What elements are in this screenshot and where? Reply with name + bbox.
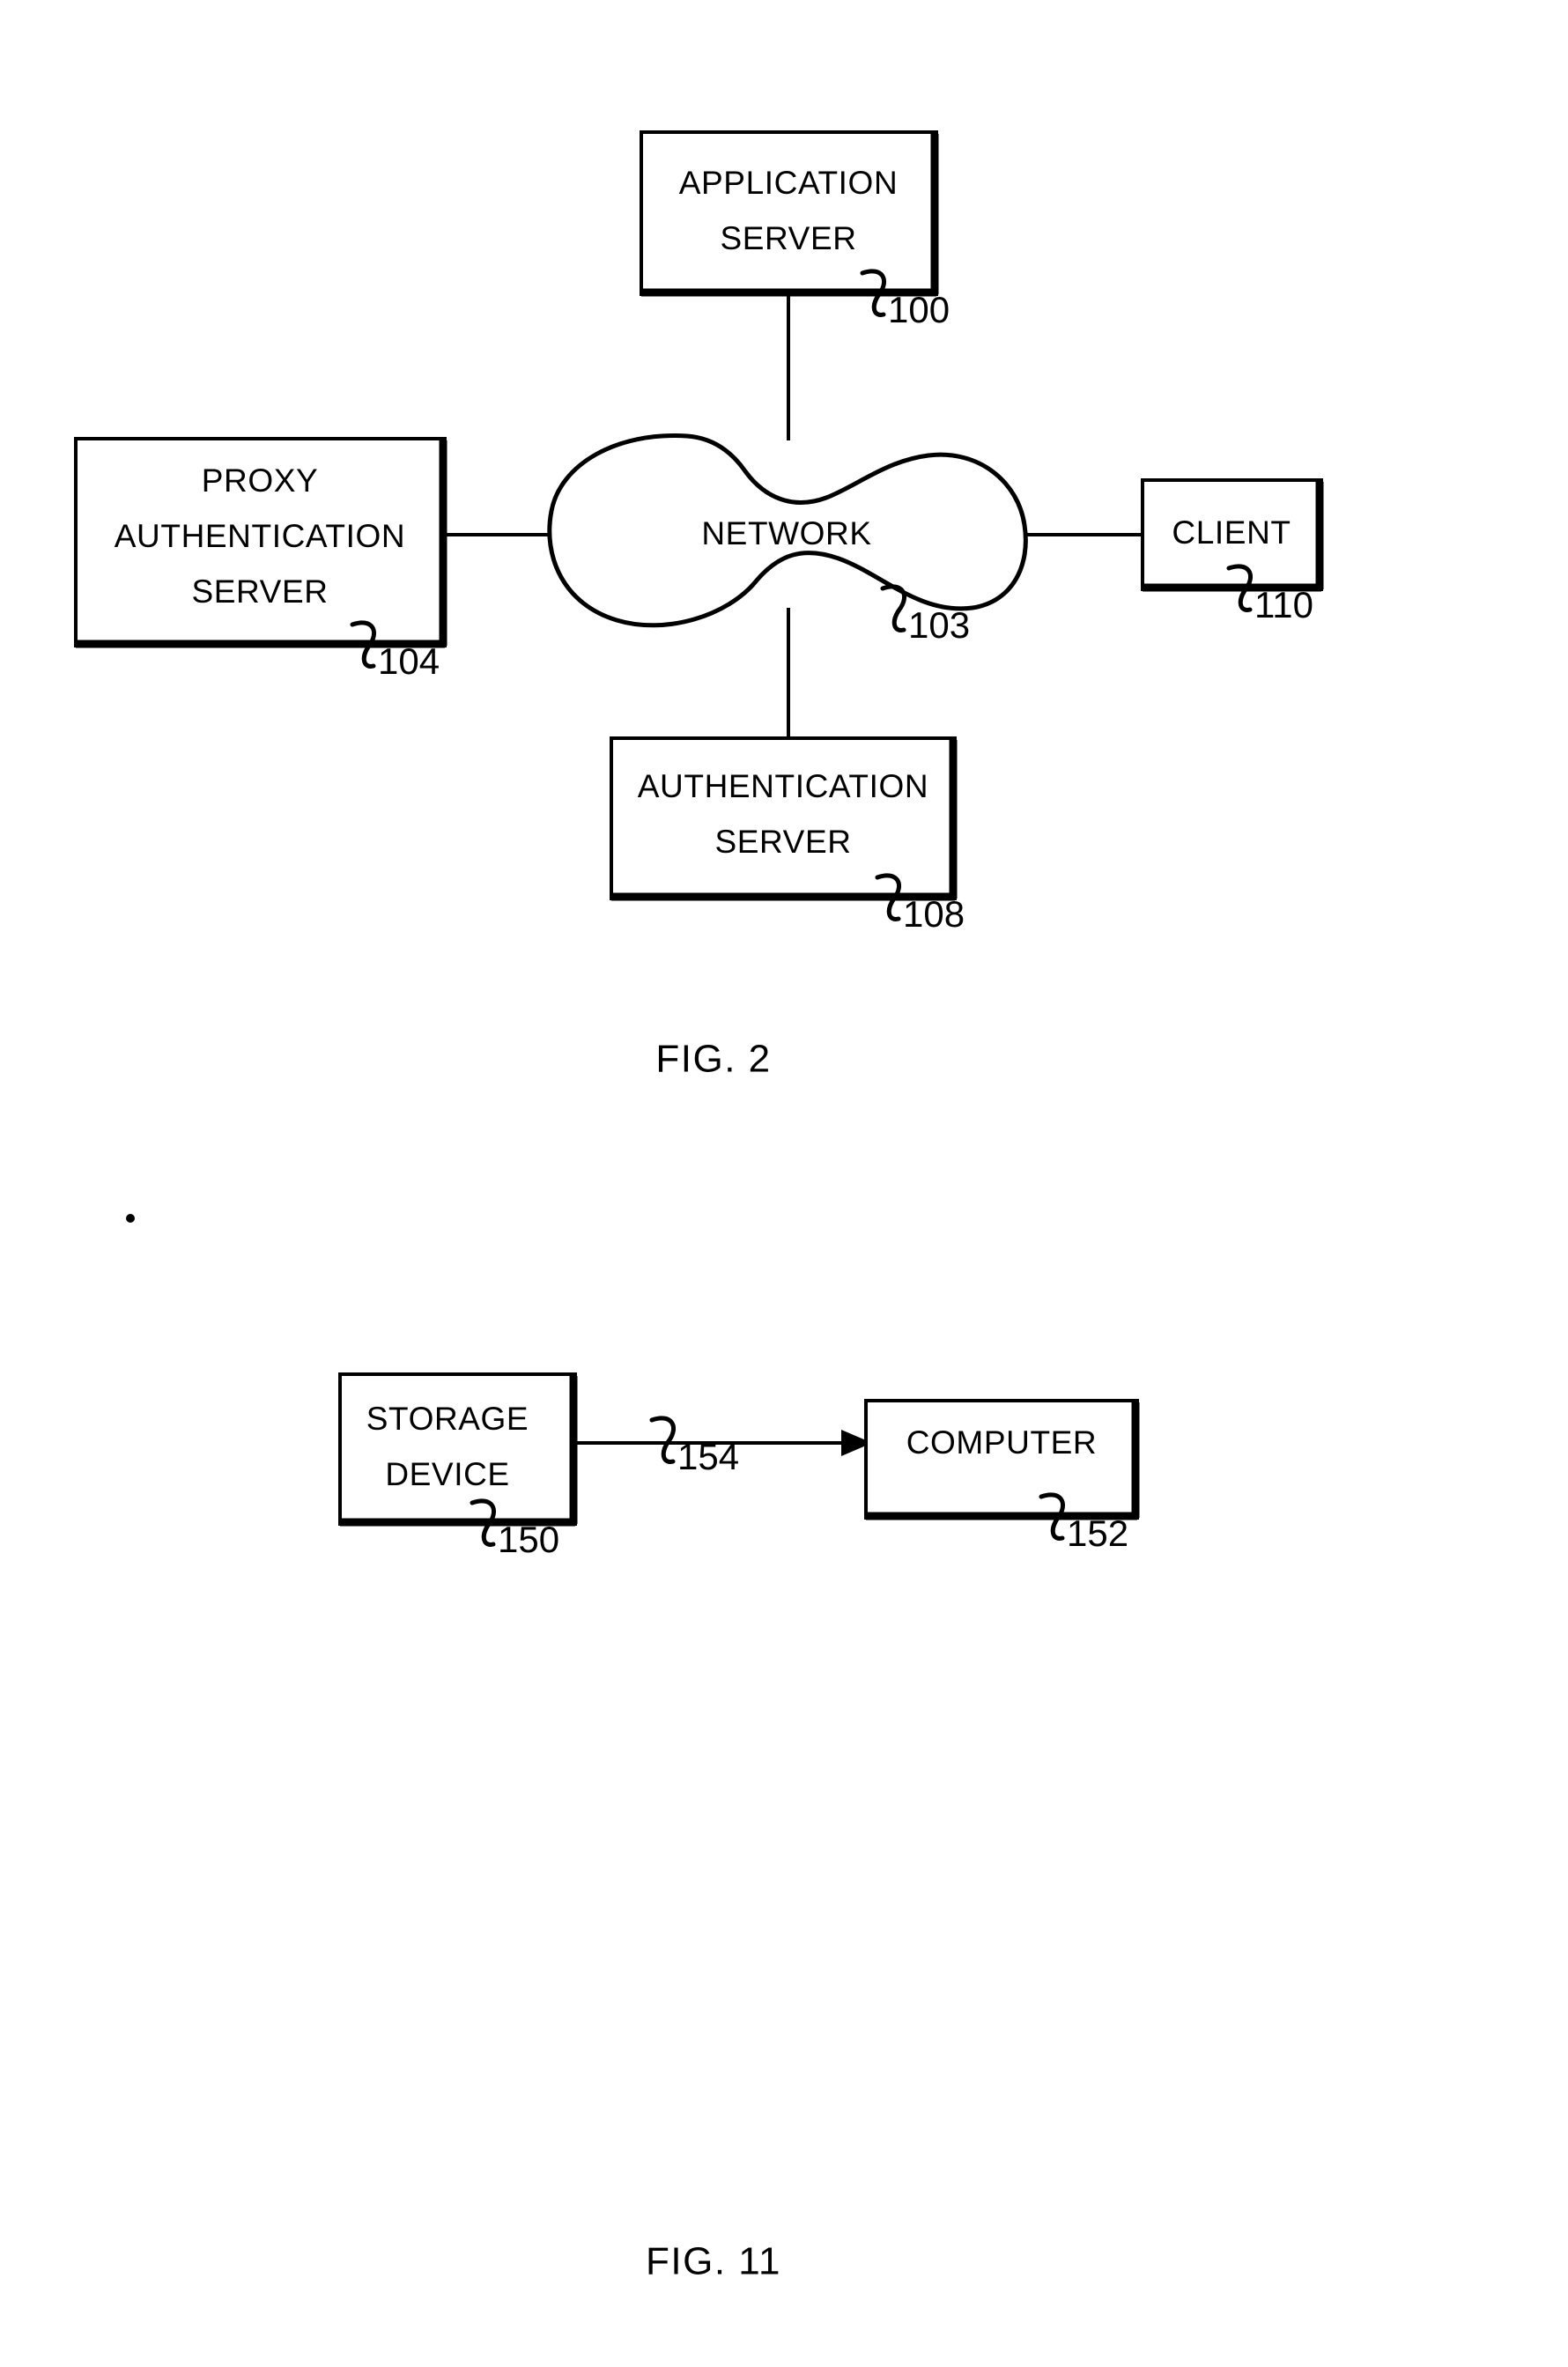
computer-ref-number: 152 (1067, 1513, 1128, 1554)
storage-to-computer-ref-number: 154 (677, 1436, 739, 1477)
authentication-server-box (610, 736, 957, 900)
figure-2-caption: FIG. 2 (655, 1038, 771, 1081)
storage-device-ref-number: 150 (498, 1519, 559, 1560)
storage-device-label-line2: DEVICE (385, 1456, 509, 1492)
application-server-box (640, 130, 938, 296)
figures-canvas: APPLICATION SERVER 100 PROXY AUTHENTICAT… (74, 130, 1324, 2283)
proxy-authentication-server-label-line1: PROXY (202, 462, 319, 499)
node-computer: COMPUTER 152 (864, 1399, 1140, 1554)
client-ref-number: 110 (1254, 584, 1313, 625)
node-application-server: APPLICATION SERVER 100 (640, 130, 950, 330)
figure-2-group: APPLICATION SERVER 100 PROXY AUTHENTICAT… (74, 130, 1324, 1081)
authentication-server-label-line1: AUTHENTICATION (638, 768, 928, 804)
proxy-authentication-server-label-line2: AUTHENTICATION (115, 518, 405, 554)
network-cloud-ref-number: 103 (908, 604, 970, 646)
node-proxy-authentication-server: PROXY AUTHENTICATION SERVER 104 (74, 437, 447, 682)
client-label: CLIENT (1172, 514, 1291, 551)
storage-to-computer-ref-leader (649, 1416, 676, 1464)
node-authentication-server: AUTHENTICATION SERVER 108 (610, 736, 965, 935)
application-server-label-line1: APPLICATION (679, 165, 899, 201)
proxy-authentication-server-ref-number: 104 (378, 640, 440, 682)
node-client: CLIENT 110 (1141, 478, 1324, 625)
storage-device-label-line1: STORAGE (366, 1401, 529, 1437)
application-server-ref-number: 100 (888, 289, 950, 330)
scan-speck (126, 1214, 135, 1223)
figure-11-group: 154 STORAGE DEVICE 150 COMPUTER 152 FIG.… (338, 1372, 1140, 2283)
network-cloud-label: NETWORK (701, 515, 871, 551)
authentication-server-ref-number: 108 (903, 893, 965, 935)
storage-device-box (338, 1372, 577, 1526)
application-server-label-line2: SERVER (720, 220, 856, 256)
proxy-authentication-server-label-line3: SERVER (191, 573, 328, 610)
computer-label: COMPUTER (906, 1424, 1098, 1461)
figure-11-caption: FIG. 11 (646, 2240, 781, 2283)
connector-storage-device-to-computer: 154 (575, 1416, 872, 1477)
patent-drawing-sheet: APPLICATION SERVER 100 PROXY AUTHENTICAT… (0, 0, 1568, 2367)
authentication-server-label-line2: SERVER (714, 824, 851, 860)
node-storage-device: STORAGE DEVICE 150 (338, 1372, 578, 1560)
